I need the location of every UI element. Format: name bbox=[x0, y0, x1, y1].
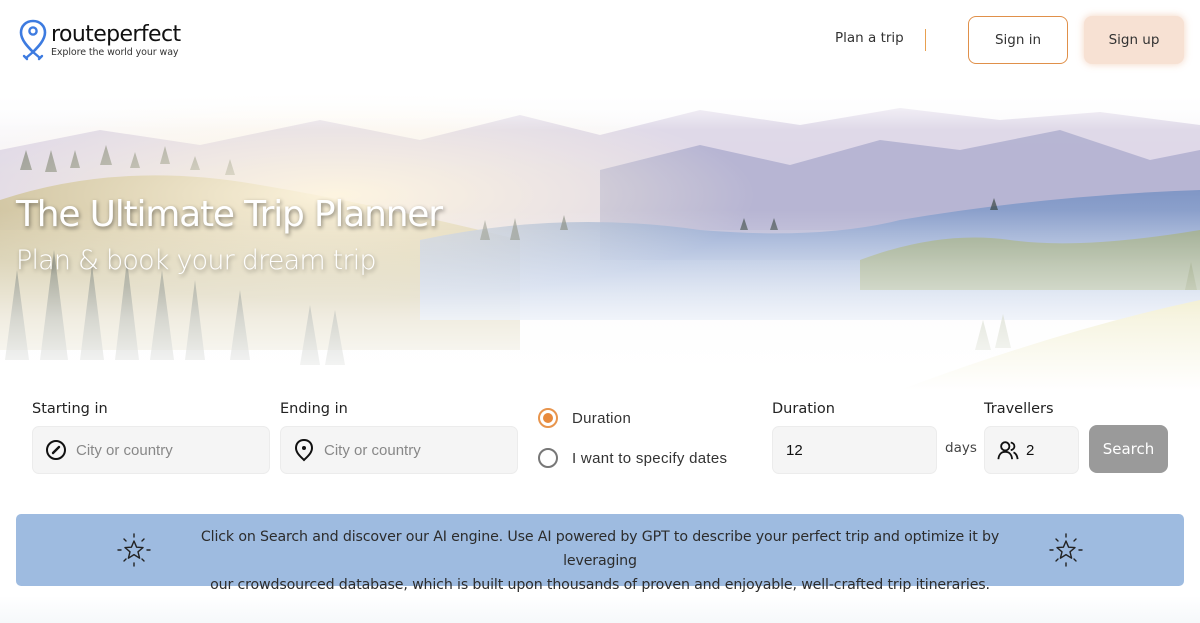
radio-duration-control[interactable] bbox=[538, 408, 558, 428]
radio-specify-dates[interactable]: I want to specify dates bbox=[538, 448, 727, 468]
radio-specify-dates-control[interactable] bbox=[538, 448, 558, 468]
duration-label: Duration bbox=[772, 401, 835, 417]
starting-in-input[interactable]: City or country bbox=[32, 426, 270, 474]
site-header: routeperfect Explore the world your way … bbox=[0, 0, 1200, 90]
users-icon bbox=[997, 439, 1019, 461]
sign-in-button[interactable]: Sign in bbox=[968, 16, 1068, 64]
compass-icon bbox=[45, 439, 67, 461]
radio-duration-label: Duration bbox=[572, 409, 632, 427]
sparkle-star-icon bbox=[117, 533, 151, 567]
radio-specify-dates-label: I want to specify dates bbox=[572, 449, 728, 467]
sparkle-star-icon bbox=[1049, 533, 1083, 567]
ending-in-placeholder: City or country bbox=[324, 441, 421, 459]
sign-up-button[interactable]: Sign up bbox=[1084, 16, 1184, 64]
ending-in-label: Ending in bbox=[280, 401, 348, 417]
logo-tagline: Explore the world your way bbox=[51, 47, 179, 58]
starting-in-placeholder: City or country bbox=[76, 441, 173, 459]
hero-banner: The Ultimate Trip Planner Plan & book yo… bbox=[0, 90, 1200, 390]
duration-value: 12 bbox=[786, 441, 803, 459]
logo[interactable]: routeperfect Explore the world your way bbox=[18, 18, 181, 62]
map-pin-icon bbox=[293, 438, 315, 462]
duration-unit-label: days bbox=[945, 440, 977, 456]
page-bottom-fade bbox=[0, 596, 1200, 623]
travellers-value: 2 bbox=[1026, 441, 1035, 459]
travellers-input[interactable]: 2 bbox=[984, 426, 1079, 474]
nav-divider bbox=[925, 29, 926, 51]
nav-plan-a-trip-link[interactable]: Plan a trip bbox=[835, 30, 904, 46]
radio-duration[interactable]: Duration bbox=[538, 408, 631, 428]
hero-landscape-image bbox=[0, 90, 1200, 390]
location-pin-logo-icon bbox=[19, 19, 47, 61]
ai-info-line-2: our crowdsourced database, which is buil… bbox=[210, 577, 990, 593]
search-button[interactable]: Search bbox=[1089, 425, 1168, 473]
hero-subtitle: Plan & book your dream trip bbox=[16, 245, 377, 276]
logo-name: routeperfect bbox=[51, 22, 181, 47]
hero-title: The Ultimate Trip Planner bbox=[16, 194, 443, 235]
ai-info-line-1: Click on Search and discover our AI engi… bbox=[200, 529, 1000, 569]
ai-info-text: Click on Search and discover our AI engi… bbox=[166, 525, 1034, 597]
duration-input[interactable]: 12 bbox=[772, 426, 937, 474]
ai-info-banner: Click on Search and discover our AI engi… bbox=[16, 514, 1184, 593]
ending-in-input[interactable]: City or country bbox=[280, 426, 518, 474]
travellers-label: Travellers bbox=[984, 401, 1054, 417]
starting-in-label: Starting in bbox=[32, 401, 108, 417]
